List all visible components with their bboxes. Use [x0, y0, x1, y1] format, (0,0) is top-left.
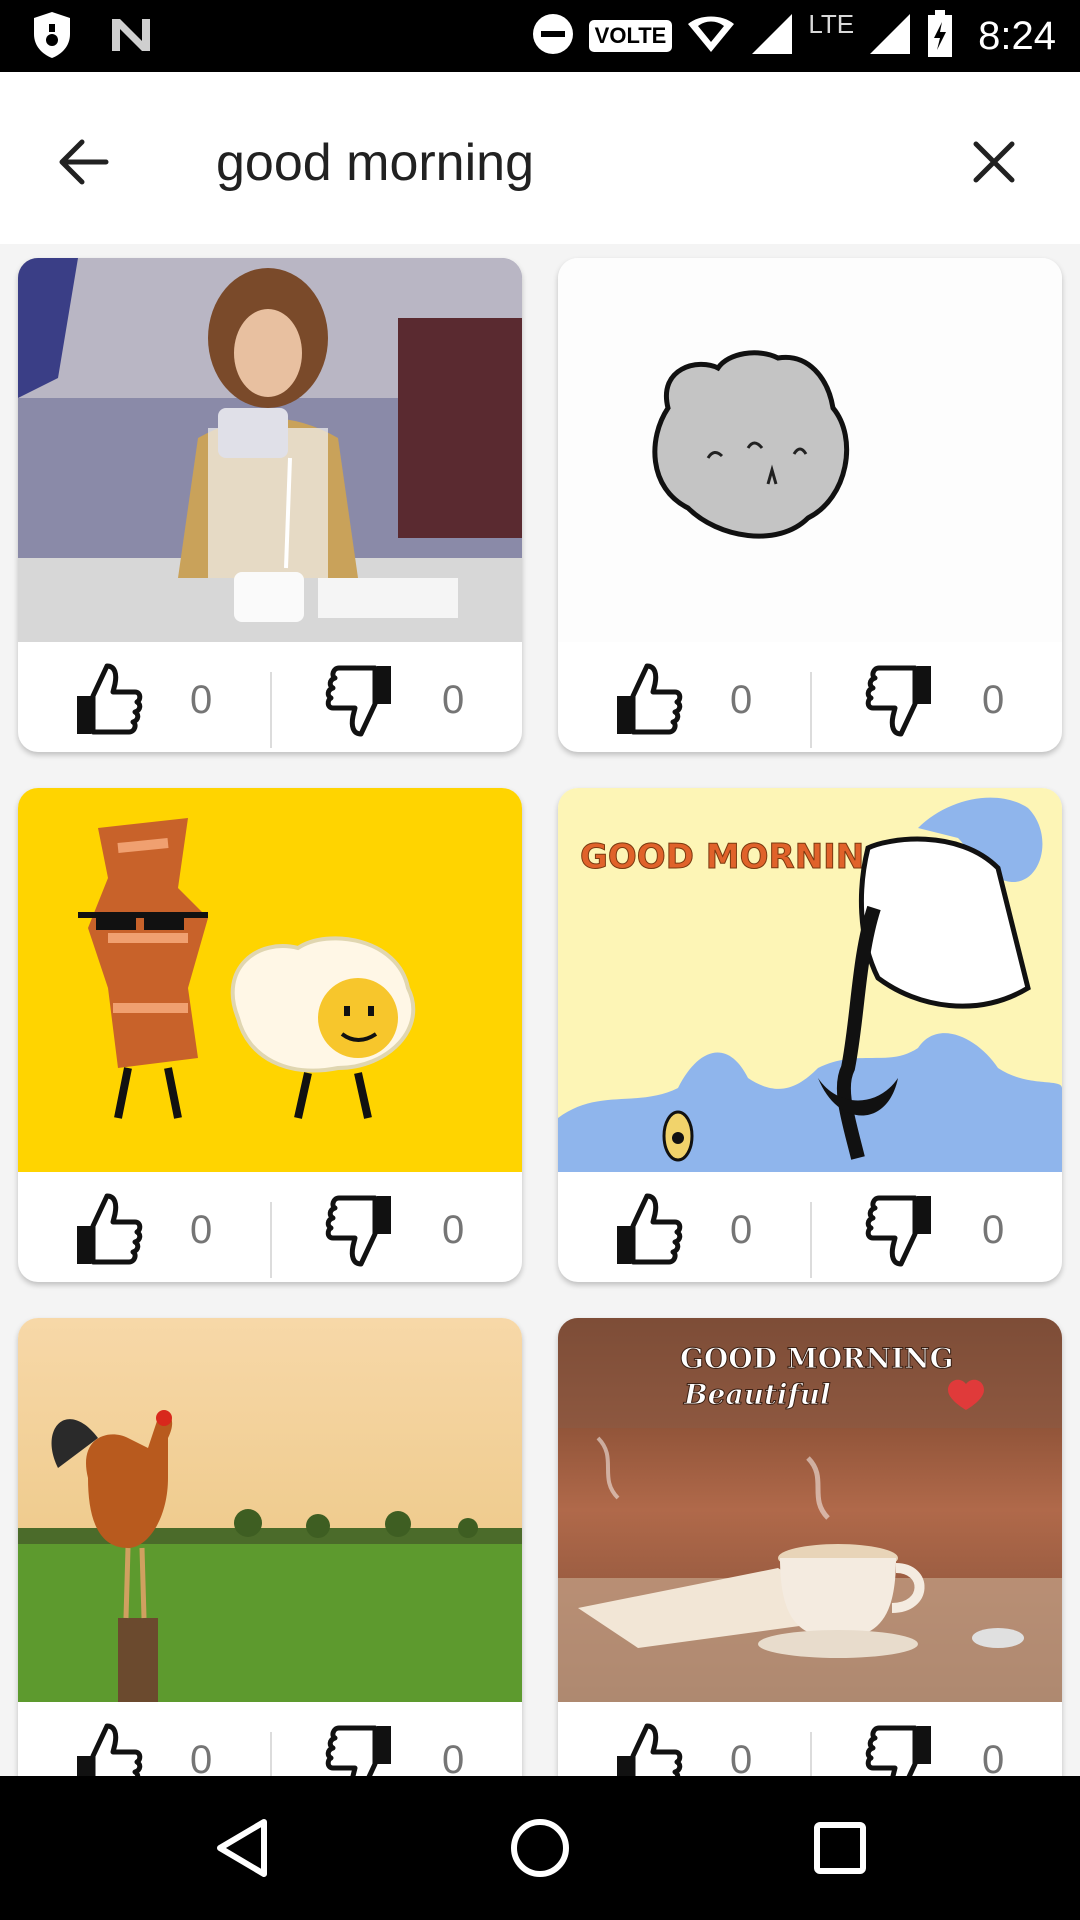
wifi-icon [686, 12, 736, 61]
gif-caption: GOOD MORNING [680, 1342, 954, 1375]
gif-thumbnail[interactable] [18, 258, 522, 642]
dislike-count: 0 [982, 1207, 1005, 1252]
volte-badge: VOLTE [588, 20, 673, 52]
dislike-button[interactable]: 0 [862, 662, 1004, 738]
dnd-icon [531, 12, 575, 61]
gif-thumbnail[interactable] [18, 1318, 522, 1702]
lte-label: LTE [808, 8, 855, 39]
dislike-count: 0 [442, 1207, 465, 1252]
arrow-back-icon [59, 139, 109, 185]
vote-divider [270, 672, 272, 748]
vote-divider [810, 1732, 812, 1776]
gif-results-grid: 0 0 0 0 0 0 GOOD MORNING 0 0 0 0 GOOD MO… [0, 244, 1080, 1776]
nav-recents-button[interactable] [804, 1812, 876, 1884]
shield-icon [30, 10, 74, 65]
like-button[interactable]: 0 [70, 1192, 212, 1268]
thumbs-up-icon [610, 662, 686, 738]
gif-thumbnail[interactable] [558, 258, 1062, 642]
dislike-count: 0 [442, 1737, 465, 1777]
gif-thumbnail[interactable]: GOOD MORNING [558, 788, 1062, 1172]
nav-back-button[interactable] [206, 1812, 278, 1884]
vote-divider [270, 1732, 272, 1776]
thumbs-up-icon [610, 1192, 686, 1268]
vote-divider [810, 1202, 812, 1278]
like-button[interactable]: 0 [70, 662, 212, 738]
clock: 8:24 [978, 13, 1056, 58]
gif-card[interactable]: GOOD MORNING Beautiful 0 0 [558, 1318, 1062, 1776]
vote-bar: 0 0 [558, 1702, 1062, 1776]
thumbs-up-icon [70, 1192, 146, 1268]
signal-lte-icon [868, 12, 912, 61]
dislike-button[interactable]: 0 [862, 1192, 1004, 1268]
thumbs-up-icon [70, 1722, 146, 1776]
nav-home-button[interactable] [504, 1812, 576, 1884]
back-button[interactable] [48, 126, 120, 198]
gif-thumbnail[interactable]: GOOD MORNING Beautiful [558, 1318, 1062, 1702]
thumbs-down-icon [862, 1722, 938, 1776]
like-count: 0 [190, 1207, 213, 1252]
battery-charging-icon [926, 9, 954, 63]
back-triangle-icon [217, 1819, 267, 1877]
clear-search-button[interactable] [958, 126, 1030, 198]
vote-divider [270, 1202, 272, 1278]
gif-thumbnail[interactable] [18, 788, 522, 1172]
system-nav-bar [0, 1776, 1080, 1920]
gif-card[interactable]: 0 0 [18, 1318, 522, 1776]
n-icon [108, 15, 154, 60]
like-count: 0 [730, 1207, 753, 1252]
like-button[interactable]: 0 [610, 1192, 752, 1268]
search-app-bar [0, 72, 1080, 244]
recents-square-icon [814, 1822, 866, 1874]
like-count: 0 [730, 1737, 753, 1777]
thumbs-down-icon [322, 1722, 398, 1776]
like-button[interactable]: 0 [610, 1722, 752, 1776]
thumbs-up-icon [70, 662, 146, 738]
dislike-button[interactable]: 0 [322, 1192, 464, 1268]
vote-divider [810, 672, 812, 748]
gif-caption: GOOD MORNING [580, 837, 892, 877]
status-bar: VOLTE LTE 8:24 [0, 0, 1080, 72]
vote-bar: 0 0 [558, 642, 1062, 752]
vote-bar: 0 0 [18, 1172, 522, 1282]
like-button[interactable]: 0 [610, 662, 752, 738]
dislike-button[interactable]: 0 [862, 1722, 1004, 1776]
gif-card[interactable]: 0 0 [18, 258, 522, 752]
like-button[interactable]: 0 [70, 1722, 212, 1776]
like-count: 0 [730, 677, 753, 722]
vote-bar: 0 0 [18, 642, 522, 752]
thumbs-down-icon [322, 1192, 398, 1268]
thumbs-down-icon [862, 662, 938, 738]
dislike-count: 0 [982, 1737, 1005, 1777]
close-icon [973, 141, 1015, 183]
thumbs-up-icon [610, 1722, 686, 1776]
like-count: 0 [190, 1737, 213, 1777]
signal-icon [750, 12, 794, 61]
home-circle-icon [511, 1819, 569, 1877]
gif-caption-script: Beautiful [683, 1378, 831, 1411]
gif-card[interactable]: 0 0 [18, 788, 522, 1282]
vote-bar: 0 0 [18, 1702, 522, 1776]
dislike-count: 0 [442, 677, 465, 722]
dislike-button[interactable]: 0 [322, 1722, 464, 1776]
dislike-count: 0 [982, 677, 1005, 722]
like-count: 0 [190, 677, 213, 722]
gif-card[interactable]: 0 0 [558, 258, 1062, 752]
dislike-button[interactable]: 0 [322, 662, 464, 738]
vote-bar: 0 0 [558, 1172, 1062, 1282]
thumbs-down-icon [322, 662, 398, 738]
gif-card[interactable]: GOOD MORNING 0 0 [558, 788, 1062, 1282]
search-input[interactable] [216, 128, 916, 198]
thumbs-down-icon [862, 1192, 938, 1268]
